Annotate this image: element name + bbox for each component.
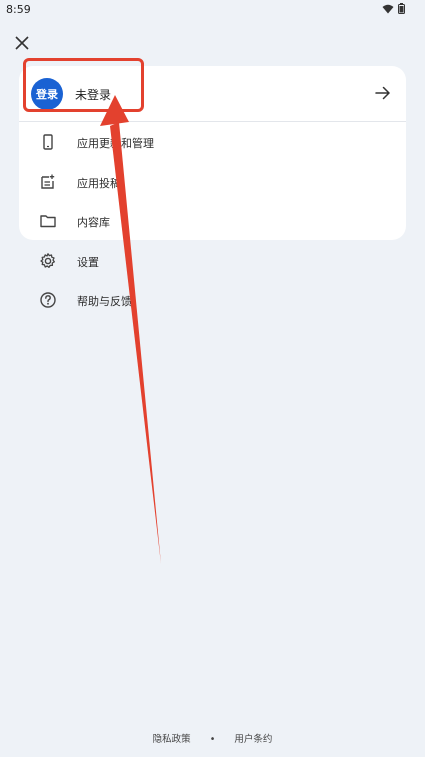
help-icon — [40, 292, 56, 308]
close-button[interactable] — [12, 33, 32, 53]
menu-item-settings[interactable]: 设置 — [19, 242, 406, 280]
folder-icon — [40, 215, 56, 228]
account-name: 未登录 — [75, 88, 112, 102]
menu-item-help-feedback[interactable]: 帮助与反馈 — [19, 281, 406, 319]
menu-card: 登录 未登录 应用更新和管理 应用投稿 内容库 — [19, 66, 406, 240]
menu-item-label: 应用投稿 — [77, 177, 121, 190]
avatar[interactable]: 登录 — [31, 78, 63, 110]
menu-item-label: 应用更新和管理 — [77, 137, 154, 150]
battery-icon — [398, 3, 405, 14]
arrow-right-icon[interactable] — [374, 84, 392, 102]
user-terms-link[interactable]: 用户条约 — [234, 731, 272, 745]
phone-icon — [43, 134, 53, 150]
footer-separator: • — [209, 734, 216, 745]
submit-icon — [41, 174, 55, 189]
divider — [19, 121, 406, 122]
status-icons — [382, 3, 405, 14]
status-bar: 8:59 — [0, 0, 425, 22]
privacy-policy-link[interactable]: 隐私政策 — [153, 731, 191, 745]
menu-item-content-library[interactable]: 内容库 — [19, 202, 406, 240]
wifi-icon — [382, 4, 394, 13]
gear-icon — [40, 253, 55, 268]
menu-item-app-submit[interactable]: 应用投稿 — [19, 163, 406, 201]
menu-item-label: 内容库 — [77, 216, 110, 229]
footer: 隐私政策 • 用户条约 — [0, 731, 425, 745]
account-login-row[interactable]: 登录 未登录 — [19, 66, 406, 121]
menu-item-label: 帮助与反馈 — [77, 295, 132, 308]
status-time: 8:59 — [6, 3, 31, 16]
menu-item-app-updates[interactable]: 应用更新和管理 — [19, 123, 406, 161]
close-icon — [15, 36, 29, 50]
menu-item-label: 设置 — [77, 256, 99, 269]
